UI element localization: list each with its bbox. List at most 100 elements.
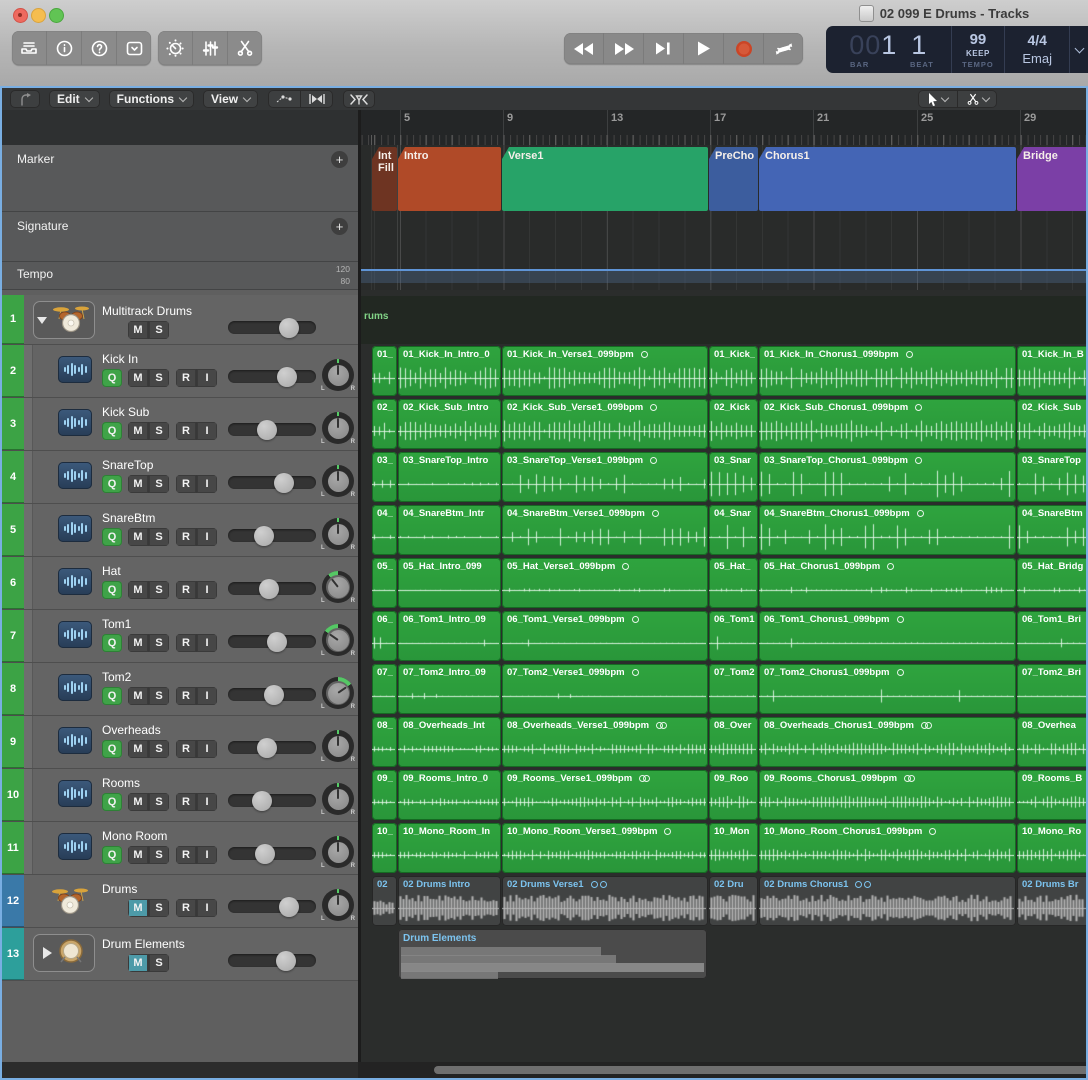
audio-region[interactable]: 04_ xyxy=(372,505,397,555)
audio-region[interactable]: 06_Tom1 xyxy=(709,611,758,661)
audio-region[interactable]: 01_Kick_In_Intro_0 xyxy=(398,346,501,396)
record-enable-button[interactable]: R xyxy=(176,740,196,758)
volume-slider-thumb[interactable] xyxy=(252,791,272,811)
catch-back-button[interactable] xyxy=(10,90,40,108)
track-name[interactable]: Tom2 xyxy=(102,670,131,684)
forward-button[interactable] xyxy=(604,33,644,64)
mute-button[interactable]: M xyxy=(128,899,148,917)
minimize-button[interactable] xyxy=(31,8,46,23)
audio-region[interactable]: 10_Mono_Room_Verse1_099bpm xyxy=(502,823,708,873)
quantize-button[interactable]: Q xyxy=(102,581,122,599)
track-icon-box[interactable] xyxy=(33,934,95,972)
functions-menu[interactable]: Functions xyxy=(109,90,194,108)
pan-knob[interactable]: LR xyxy=(322,889,354,921)
mute-button[interactable]: M xyxy=(128,422,148,440)
view-menu[interactable]: View xyxy=(203,90,258,108)
track-name[interactable]: SnareTop xyxy=(102,458,153,472)
audio-region[interactable]: 08_Overheads_Chorus1_099bpm xyxy=(759,717,1016,767)
record-enable-button[interactable]: R xyxy=(176,475,196,493)
audio-region[interactable]: 08_ xyxy=(372,717,397,767)
volume-slider[interactable] xyxy=(228,847,316,860)
track-name[interactable]: Kick In xyxy=(102,352,138,366)
audio-region[interactable]: 06_Tom1_Intro_09 xyxy=(398,611,501,661)
audio-region[interactable]: 08_Overheads_Int xyxy=(398,717,501,767)
audio-region[interactable]: 03_Snar xyxy=(709,452,758,502)
disclosure-triangle-icon[interactable] xyxy=(37,317,47,324)
audio-region[interactable]: 02 Drums Chorus1 xyxy=(759,876,1016,926)
solo-button[interactable]: S xyxy=(148,899,169,917)
record-enable-button[interactable]: R xyxy=(176,634,196,652)
track-header-drums[interactable]: 12 DrumsMSRILR xyxy=(2,875,358,928)
audio-region[interactable]: 03_SnareTop xyxy=(1017,452,1088,502)
volume-slider[interactable] xyxy=(228,954,316,967)
mute-button[interactable]: M xyxy=(128,528,148,546)
audio-region[interactable]: 06_Tom1_Chorus1_099bpm xyxy=(759,611,1016,661)
audio-region[interactable]: 10_Mono_Room_In xyxy=(398,823,501,873)
mute-button[interactable]: M xyxy=(128,369,148,387)
track-header-multitrack-drums[interactable]: 1 Multitrack DrumsMS xyxy=(2,295,358,345)
track-name[interactable]: Overheads xyxy=(102,723,161,737)
play-icon[interactable] xyxy=(43,947,52,959)
track-header-kick-in[interactable]: 2Kick InQMSRILR xyxy=(2,345,358,398)
track-header-mono-room[interactable]: 11Mono RoomQMSRILR xyxy=(2,822,358,875)
audio-region[interactable]: 05_Hat_ xyxy=(709,558,758,608)
track-header-snaretop[interactable]: 4SnareTopQMSRILR xyxy=(2,451,358,504)
quantize-button[interactable]: Q xyxy=(102,475,122,493)
mute-button[interactable]: M xyxy=(128,954,148,972)
marker-intro[interactable]: Intro xyxy=(398,147,501,211)
go-to-end-button[interactable] xyxy=(644,33,684,64)
pan-knob[interactable]: LR xyxy=(322,624,354,656)
audio-region[interactable]: 02_Kick_Sub_Intro xyxy=(398,399,501,449)
pan-knob[interactable]: LR xyxy=(322,465,354,497)
command-click-tool-menu[interactable] xyxy=(958,90,997,108)
audio-region[interactable]: 02 Drums Br xyxy=(1017,876,1088,926)
input-monitor-button[interactable]: I xyxy=(196,687,217,705)
volume-slider-thumb[interactable] xyxy=(259,579,279,599)
solo-button[interactable]: S xyxy=(148,321,169,339)
signature-lane[interactable] xyxy=(361,212,1088,262)
quantize-button[interactable]: Q xyxy=(102,369,122,387)
volume-slider-thumb[interactable] xyxy=(279,897,299,917)
input-monitor-button[interactable]: I xyxy=(196,475,217,493)
stack-summary-region[interactable]: rums xyxy=(361,296,1088,344)
audio-region[interactable]: 02_Kick_Sub_Chorus1_099bpm xyxy=(759,399,1016,449)
audio-region[interactable]: 05_ xyxy=(372,558,397,608)
mute-button[interactable]: M xyxy=(128,687,148,705)
solo-button[interactable]: S xyxy=(148,475,169,493)
quick-help-button[interactable] xyxy=(82,31,117,65)
track-header-kick-sub[interactable]: 3Kick SubQMSRILR xyxy=(2,398,358,451)
audio-region[interactable]: 09_Rooms_B xyxy=(1017,770,1088,820)
close-button[interactable] xyxy=(13,8,28,23)
editors-button[interactable] xyxy=(228,31,262,65)
pan-knob[interactable]: LR xyxy=(322,412,354,444)
mute-button[interactable]: M xyxy=(128,846,148,864)
audio-region[interactable]: 10_Mono_Room_Chorus1_099bpm xyxy=(759,823,1016,873)
mute-button[interactable]: M xyxy=(128,793,148,811)
track-header-tom1[interactable]: 7Tom1QMSRILR xyxy=(2,610,358,663)
pan-knob[interactable]: LR xyxy=(322,677,354,709)
marker-precho[interactable]: PreCho xyxy=(709,147,758,211)
cycle-button[interactable] xyxy=(764,33,803,64)
audio-region[interactable]: 07_Tom2_Intro_09 xyxy=(398,664,501,714)
mute-button[interactable]: M xyxy=(128,581,148,599)
solo-button[interactable]: S xyxy=(148,740,169,758)
audio-region[interactable]: 02_Kick xyxy=(709,399,758,449)
automation-button[interactable] xyxy=(268,90,301,108)
audio-region[interactable]: 09_Rooms_Intro_0 xyxy=(398,770,501,820)
audio-region[interactable]: 02 Dru xyxy=(709,876,758,926)
record-enable-button[interactable]: R xyxy=(176,846,196,864)
volume-slider[interactable] xyxy=(228,688,316,701)
quantize-button[interactable]: Q xyxy=(102,740,122,758)
record-enable-button[interactable]: R xyxy=(176,581,196,599)
quantize-button[interactable]: Q xyxy=(102,687,122,705)
track-header-tom2[interactable]: 8Tom2QMSRILR xyxy=(2,663,358,716)
solo-button[interactable]: S xyxy=(148,687,169,705)
add-marker-button[interactable]: + xyxy=(331,151,348,168)
audio-region[interactable]: 03_SnareTop_Intro xyxy=(398,452,501,502)
add-signature-button[interactable]: + xyxy=(331,218,348,235)
solo-button[interactable]: S xyxy=(148,369,169,387)
record-enable-button[interactable]: R xyxy=(176,687,196,705)
library-button[interactable] xyxy=(12,31,47,65)
audio-region[interactable]: 05_Hat_Intro_099 xyxy=(398,558,501,608)
volume-slider[interactable] xyxy=(228,900,316,913)
